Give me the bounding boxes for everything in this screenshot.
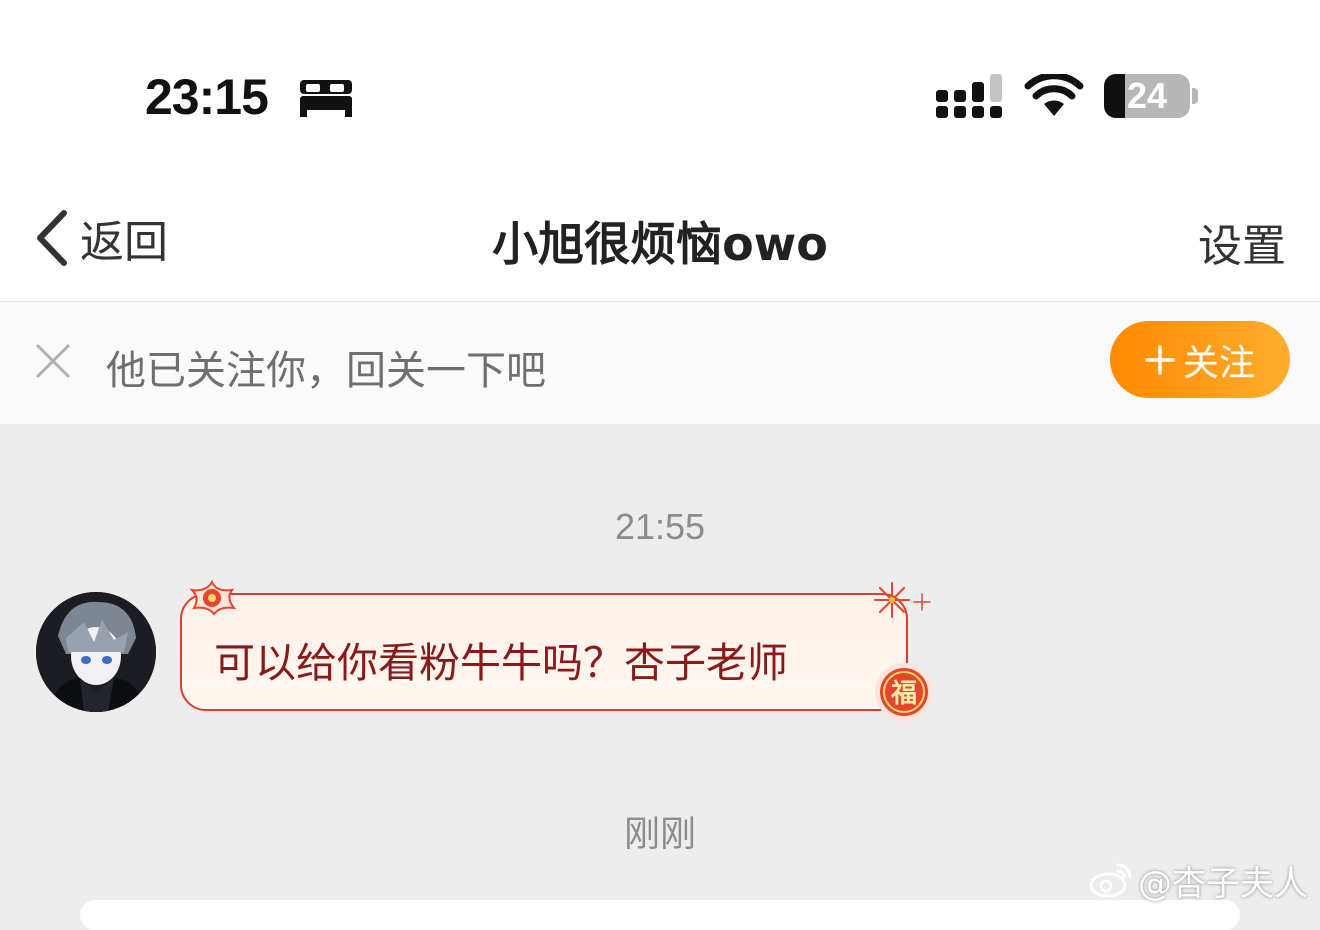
follow-button-label: 关注	[1182, 342, 1255, 384]
fortune-badge-icon: 福	[875, 663, 933, 721]
battery-cap	[1192, 88, 1198, 104]
weibo-icon	[1089, 863, 1132, 898]
page-title: 小旭很烦恼owo	[492, 217, 828, 271]
settings-button[interactable]: 设置	[1198, 210, 1286, 274]
avatar-image	[36, 592, 156, 712]
bed-icon	[300, 80, 352, 117]
watermark: @杏子夫人	[1088, 858, 1308, 904]
nav-bar: 返回 小旭很烦恼owo 设置	[0, 180, 1320, 302]
status-time: 23:15	[145, 69, 269, 125]
follow-button[interactable]: 关注	[1110, 321, 1290, 398]
plus-icon	[1145, 344, 1175, 375]
fortune-badge-char: 福	[890, 679, 917, 709]
bell-decoration-icon	[189, 579, 237, 616]
cellular-signal-icon	[936, 74, 1002, 118]
wifi-icon	[1024, 74, 1084, 116]
battery-icon: 24	[1104, 74, 1190, 118]
avatar[interactable]	[36, 592, 156, 712]
latest-timestamp: 刚刚	[623, 814, 696, 855]
message-text: 可以给你看粉牛牛吗？杏子老师	[214, 639, 788, 687]
close-icon[interactable]	[34, 342, 72, 380]
watermark-text: @杏子夫人	[1138, 863, 1308, 904]
battery-percent: 24	[1126, 75, 1168, 116]
follow-back-banner: 他已关注你，回关一下吧 关注	[0, 302, 1320, 424]
follow-back-prompt: 他已关注你，回关一下吧	[106, 348, 546, 394]
status-bar: 23:15 24	[0, 0, 1320, 180]
message-input-bar[interactable]	[80, 900, 1240, 930]
firework-decoration-icon	[874, 582, 931, 618]
message-timestamp: 21:55	[614, 506, 706, 547]
message-bubble[interactable]: 可以给你看粉牛牛吗？杏子老师	[180, 593, 908, 711]
